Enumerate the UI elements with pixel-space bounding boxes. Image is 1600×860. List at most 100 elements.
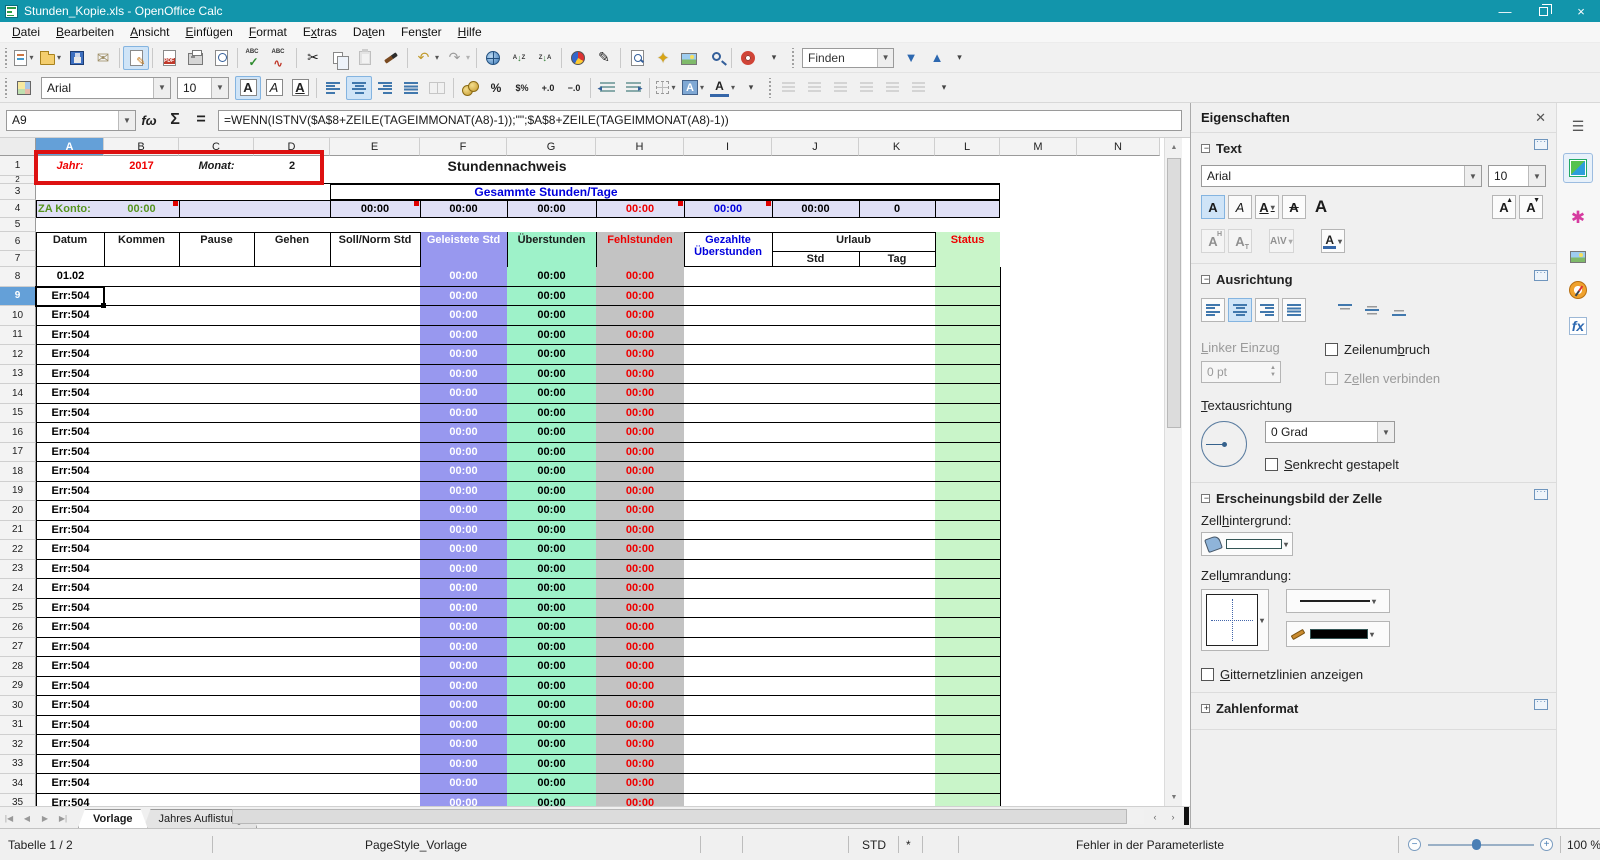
cell-E12[interactable] <box>330 345 421 365</box>
cell-J33[interactable] <box>772 754 860 774</box>
chevron-down-icon[interactable]: ▼ <box>211 77 228 98</box>
print-button[interactable] <box>182 46 208 70</box>
cell-E18[interactable] <box>330 462 421 482</box>
cell-J31[interactable] <box>772 715 860 735</box>
cell-B14[interactable] <box>104 384 180 404</box>
sidebar-menu-icon[interactable]: ☰ <box>1563 111 1593 141</box>
cell-D18[interactable] <box>254 462 331 482</box>
object-align-top-button[interactable] <box>853 76 879 100</box>
cell-F22[interactable]: 00:00 <box>420 540 508 560</box>
cell-C29[interactable] <box>179 676 255 696</box>
cell-I28[interactable] <box>684 657 773 677</box>
cell-J26[interactable] <box>772 618 860 638</box>
cell-G16[interactable]: 00:00 <box>507 423 597 443</box>
function-wizard-button[interactable]: fω <box>136 109 162 131</box>
cell-F25[interactable]: 00:00 <box>420 598 508 618</box>
cell-F10[interactable]: 00:00 <box>420 306 508 326</box>
cell-G11[interactable]: 00:00 <box>507 325 597 345</box>
zoom-out-icon[interactable]: − <box>1408 838 1421 851</box>
cell-J32[interactable] <box>772 735 860 755</box>
row-header-20[interactable]: 20 <box>0 501 36 521</box>
cell-A33[interactable]: Err:504 <box>36 754 105 774</box>
cell-F32[interactable]: 00:00 <box>420 735 508 755</box>
panel-close-icon[interactable]: ✕ <box>1535 110 1546 126</box>
cut-button[interactable]: ✂ <box>300 46 326 70</box>
cell-G13[interactable]: 00:00 <box>507 364 597 384</box>
cell-B12[interactable] <box>104 345 180 365</box>
expand-icon[interactable] <box>1201 703 1211 713</box>
cell-A32[interactable]: Err:504 <box>36 735 105 755</box>
cell-K19[interactable] <box>859 481 936 501</box>
chevron-down-icon[interactable]: ▾ <box>1372 597 1376 606</box>
sidebar-align-left-button[interactable] <box>1201 298 1225 322</box>
find-input[interactable]: Finden ▼ <box>802 47 895 68</box>
cell-H20[interactable]: 00:00 <box>596 501 685 521</box>
cell-E31[interactable] <box>330 715 421 735</box>
sidebar-align-right-button[interactable] <box>1255 298 1279 322</box>
cell-K13[interactable] <box>859 364 936 384</box>
cell-D22[interactable] <box>254 540 331 560</box>
chevron-down-icon[interactable]: ▾ <box>29 53 33 62</box>
cell-A15[interactable]: Err:504 <box>36 403 105 423</box>
cell-L17[interactable] <box>935 442 1001 462</box>
align-center-button[interactable] <box>346 75 372 100</box>
cell-K16[interactable] <box>859 423 936 443</box>
row-header-32[interactable]: 32 <box>0 735 36 755</box>
cell-F14[interactable]: 00:00 <box>420 384 508 404</box>
cell-J34[interactable] <box>772 774 860 794</box>
cell-E35[interactable] <box>330 793 421 806</box>
cell-G18[interactable]: 00:00 <box>507 462 597 482</box>
cell-J12[interactable] <box>772 345 860 365</box>
cell-H4[interactable]: 00:00 <box>596 200 684 218</box>
find-replace-button[interactable] <box>624 46 650 70</box>
chevron-down-icon[interactable]: ▼ <box>153 77 170 98</box>
cell-D30[interactable] <box>254 696 331 716</box>
cell-background-button[interactable]: ▾ <box>1201 532 1293 556</box>
page-preview-button[interactable] <box>208 46 234 70</box>
cell-B31[interactable] <box>104 715 180 735</box>
chevron-down-icon[interactable]: ▾ <box>1271 203 1275 212</box>
cell-I25[interactable] <box>684 598 773 618</box>
cell-E17[interactable] <box>330 442 421 462</box>
row-header-9[interactable]: 9 <box>0 286 36 306</box>
cell-L31[interactable] <box>935 715 1001 735</box>
cell-L20[interactable] <box>935 501 1001 521</box>
cell-K11[interactable] <box>859 325 936 345</box>
cell-K34[interactable] <box>859 774 936 794</box>
cell-A31[interactable]: Err:504 <box>36 715 105 735</box>
cell-G32[interactable]: 00:00 <box>507 735 597 755</box>
cell-C27[interactable] <box>179 637 255 657</box>
cell-L25[interactable] <box>935 598 1001 618</box>
subscript-button[interactable]: AT <box>1228 229 1252 253</box>
chevron-down-icon[interactable]: ▾ <box>1370 630 1374 639</box>
borders-button[interactable]: ▾ <box>653 76 679 100</box>
cell-A19[interactable]: Err:504 <box>36 481 105 501</box>
navigator-button[interactable]: ✦ <box>650 46 676 70</box>
row-header-4[interactable]: 4 <box>0 200 36 218</box>
cell-C18[interactable] <box>179 462 255 482</box>
cell-F33[interactable]: 00:00 <box>420 754 508 774</box>
cell-A34[interactable]: Err:504 <box>36 774 105 794</box>
sidebar-align-center-button[interactable] <box>1228 298 1252 322</box>
cell-I12[interactable] <box>684 345 773 365</box>
cell-E8[interactable] <box>330 267 421 287</box>
cell-L16[interactable] <box>935 423 1001 443</box>
previous-sheet-button[interactable]: ◀ <box>19 810 35 826</box>
cell-F23[interactable]: 00:00 <box>420 559 508 579</box>
menu-extras[interactable]: Extras <box>295 23 345 41</box>
cell-F31[interactable]: 00:00 <box>420 715 508 735</box>
object-align-left-button[interactable] <box>775 76 801 100</box>
cell-G34[interactable]: 00:00 <box>507 774 597 794</box>
row-header-5[interactable]: 5 <box>0 218 36 232</box>
cell-G29[interactable]: 00:00 <box>507 676 597 696</box>
standard-format-button[interactable]: $% <box>509 76 535 100</box>
sidebar-italic-button[interactable]: A <box>1228 195 1252 219</box>
cell-F24[interactable]: 00:00 <box>420 579 508 599</box>
cell-D20[interactable] <box>254 501 331 521</box>
auto-spellcheck-button[interactable] <box>267 46 293 70</box>
sum-button[interactable]: Σ <box>162 109 188 131</box>
cell-L10[interactable] <box>935 306 1001 326</box>
cell-L12[interactable] <box>935 345 1001 365</box>
cell-A23[interactable]: Err:504 <box>36 559 105 579</box>
cell-C9[interactable] <box>179 286 255 306</box>
